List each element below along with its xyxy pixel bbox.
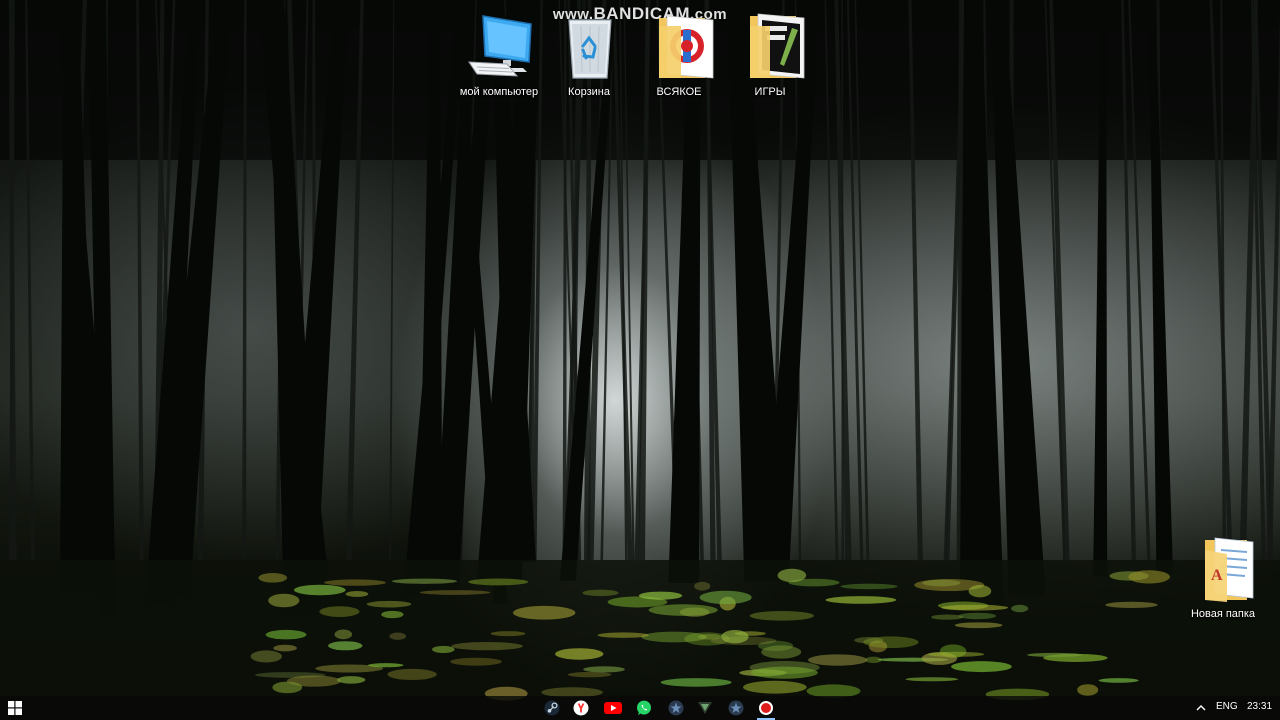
folder-icon [659,15,714,79]
desktop-icon-vsyakoe-folder[interactable]: ВСЯКОЕ [636,12,722,98]
bandicam-record-icon [759,701,773,715]
taskbar-app-vortex[interactable] [694,698,716,718]
taskbar-app-steam[interactable] [541,698,563,718]
desktop-icon-new-folder[interactable]: A Новая папка [1180,534,1266,620]
taskbar-app-yandex-browser[interactable] [570,698,592,718]
forest-wallpaper-graphic [0,0,1280,720]
whatsapp-icon [637,700,651,715]
steam-icon [544,700,560,716]
windows-logo-icon [8,701,22,715]
taskbar-clock[interactable]: 23:31 [1247,701,1272,712]
taskbar-app-youtube[interactable] [602,698,624,718]
desktop-icon-label: ИГРЫ [754,86,786,98]
folder-icon [750,13,805,79]
taskbar-app-rockstar[interactable] [725,698,747,718]
svg-text:A: A [1211,567,1223,584]
recycle-bin-icon [568,19,612,79]
folder-icon: A [1205,537,1254,602]
desktop-icon-label: мой компьютер [459,86,539,98]
computer-icon [468,15,532,77]
taskbar-app-bandicam[interactable] [755,698,777,720]
desktop-wallpaper [0,0,1280,720]
desktop-icon-label: Новая папка [1190,608,1256,620]
desktop-icon-label: ВСЯКОЕ [656,86,702,98]
yandex-browser-icon [573,700,589,716]
taskbar-app-rockstar-launcher[interactable] [665,698,687,718]
rockstar-app-icon [728,700,744,716]
vortex-icon [698,702,712,714]
desktop-icon-my-computer[interactable]: мой компьютер [456,12,542,98]
chevron-up-icon[interactable] [1194,700,1208,716]
taskbar-app-whatsapp[interactable] [633,698,655,718]
youtube-icon [604,702,622,714]
rockstar-launcher-icon [668,700,684,716]
desktop-icon-label: Корзина [568,86,610,98]
desktop-icon-igry-folder[interactable]: ИГРЫ [727,12,813,98]
desktop-icon-recycle-bin[interactable]: Корзина [546,12,632,98]
start-button[interactable] [0,696,30,720]
taskbar: ENG 23:31 [0,696,1280,720]
language-indicator[interactable]: ENG [1216,701,1238,712]
